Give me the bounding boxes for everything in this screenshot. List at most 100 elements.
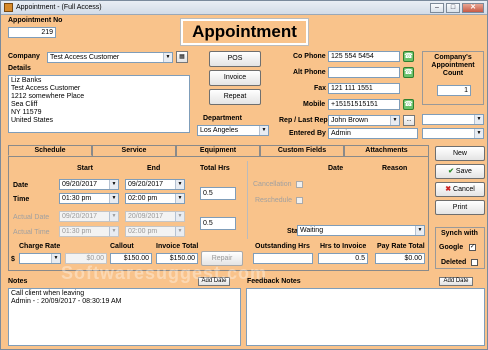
co-phone-field[interactable]: 125 554 5454 (328, 51, 400, 62)
status-value: Waiting (300, 227, 324, 234)
google-checkbox[interactable]: ✓ (469, 244, 476, 251)
phone-icon[interactable]: ☎ (403, 99, 414, 110)
appointment-no-label: Appointment No (8, 17, 63, 24)
reason-col-header: Reason (382, 165, 408, 172)
actual-total-hrs-field[interactable]: 0.5 (200, 217, 236, 230)
print-button[interactable]: Print (435, 200, 485, 215)
actual-date-label: Actual Date (13, 214, 50, 221)
tab-equipment[interactable]: Equipment (176, 145, 260, 156)
rep-value: John Brown (331, 117, 368, 124)
details-label: Details (8, 65, 31, 72)
actual-start-date-value: 09/20/2017 (62, 213, 98, 220)
mobile-label: Mobile (303, 101, 326, 108)
actual-end-date-picker[interactable]: 20/09/2017 ▼ (125, 211, 185, 222)
extra-select-2[interactable]: ▼ (422, 128, 484, 139)
notes-line: Admin - : 20/09/2017 - 08:30:19 AM (11, 298, 122, 305)
new-button[interactable]: New (435, 146, 485, 161)
actual-start-time-picker[interactable]: 01:30 pm ▼ (59, 226, 119, 237)
fax-field[interactable]: 121 111 1551 (328, 83, 400, 94)
cancel-label: Cancel (453, 186, 475, 193)
department-label: Department (203, 115, 242, 122)
end-date-value: 09/20/2017 (128, 181, 164, 188)
end-date-picker[interactable]: 09/20/2017 ▼ (125, 179, 185, 190)
rep-more-button[interactable]: ... (403, 115, 415, 126)
department-select[interactable]: Los Angeles ▼ (197, 125, 269, 136)
cancel-button[interactable]: ✖ Cancel (435, 182, 485, 197)
total-hrs-header: Total Hrs (200, 165, 230, 172)
repeat-button[interactable]: Repeat (209, 89, 261, 105)
watermark: Softwaresuggest.com (61, 263, 268, 283)
feedback-notes-textarea[interactable] (246, 288, 485, 346)
invoice-total-label: Invoice Total (156, 243, 199, 250)
pay-rate-total-label: Pay Rate Total (377, 243, 425, 250)
cancellation-checkbox[interactable] (296, 181, 303, 188)
appointment-no-field[interactable]: 219 (8, 27, 56, 38)
minimize-button[interactable]: – (430, 3, 444, 13)
details-line: United States (11, 117, 54, 124)
extra-select-1[interactable]: ▼ (422, 114, 484, 125)
phone-icon[interactable]: ☎ (403, 51, 414, 62)
chevron-down-icon: ▼ (175, 212, 184, 221)
chevron-down-icon: ▼ (51, 254, 60, 263)
chevron-down-icon: ▼ (474, 115, 483, 124)
invoice-button[interactable]: Invoice (209, 70, 261, 86)
total-hrs-field[interactable]: 0.5 (200, 187, 236, 200)
outstanding-hrs-label: Outstanding Hrs (255, 243, 310, 250)
phone-icon[interactable]: ☎ (403, 67, 414, 78)
actual-end-time-value: 02:00 pm (128, 228, 158, 235)
charge-rate-select[interactable]: ▼ (19, 253, 61, 264)
chevron-down-icon: ▼ (109, 227, 118, 236)
company-select[interactable]: Test Access Customer ▼ (47, 52, 173, 63)
start-date-value: 09/20/2017 (62, 181, 98, 188)
time-label: Time (13, 196, 30, 203)
end-time-picker[interactable]: 02:00 pm ▼ (125, 193, 185, 204)
deleted-checkbox[interactable] (471, 259, 478, 266)
chevron-down-icon: ▼ (259, 126, 268, 135)
chevron-down-icon: ▼ (175, 180, 184, 189)
details-line: 1212 somewhere Place (11, 93, 85, 100)
page-title: Appointment (180, 18, 309, 46)
tab-attachments[interactable]: Attachments (344, 145, 429, 156)
checkmark-icon: ✔ (448, 168, 454, 175)
close-button[interactable]: ✕ (462, 3, 484, 13)
company-lookup-button[interactable]: ▦ (176, 51, 188, 63)
chevron-down-icon: ▼ (175, 227, 184, 236)
end-header: End (147, 165, 161, 172)
start-time-value: 01:30 pm (62, 195, 92, 202)
pos-button[interactable]: POS (209, 51, 261, 67)
title-bar: Appointment - (Full Access) – □ ✕ (1, 1, 487, 15)
feedback-add-date-button[interactable]: Add Date (439, 277, 473, 286)
details-line: Test Access Customer (11, 85, 81, 92)
callout-label: Callout (110, 243, 134, 250)
tab-schedule[interactable]: Schedule (8, 145, 92, 156)
details-textarea[interactable]: Liz Banks Test Access Customer 1212 some… (8, 75, 190, 133)
mobile-field[interactable]: +15151515151 (328, 99, 400, 110)
google-label: Google (439, 244, 464, 251)
chevron-down-icon: ▼ (163, 53, 172, 62)
appointment-count-box: Company's Appointment Count 1 (422, 51, 484, 105)
lookup-icon: ▦ (179, 54, 185, 60)
start-date-picker[interactable]: 09/20/2017 ▼ (59, 179, 119, 190)
tab-custom-fields[interactable]: Custom Fields (260, 145, 344, 156)
chevron-down-icon: ▼ (390, 116, 399, 125)
rep-select[interactable]: John Brown ▼ (328, 115, 400, 126)
appointment-count-label: Company's Appointment Count (431, 54, 475, 77)
reschedule-checkbox[interactable] (296, 197, 303, 204)
start-time-picker[interactable]: 01:30 pm ▼ (59, 193, 119, 204)
status-select[interactable]: Waiting ▼ (297, 225, 425, 236)
alt-phone-field[interactable] (328, 67, 400, 78)
app-icon (4, 3, 13, 12)
currency-label: $ (11, 256, 15, 263)
hrs-to-invoice-field[interactable]: 0.5 (318, 253, 368, 264)
alt-phone-label: Alt Phone (293, 69, 326, 76)
tab-service[interactable]: Service (92, 145, 176, 156)
appointment-window: Appointment - (Full Access) – □ ✕ Appoin… (0, 0, 488, 350)
notes-textarea[interactable]: Call client when leaving Admin - : 20/09… (8, 288, 241, 346)
synch-title: Synch with (441, 230, 478, 237)
save-button[interactable]: ✔ Save (435, 164, 485, 179)
actual-start-date-picker[interactable]: 09/20/2017 ▼ (59, 211, 119, 222)
actual-end-time-picker[interactable]: 02:00 pm ▼ (125, 226, 185, 237)
maximize-button[interactable]: □ (446, 3, 460, 13)
rep-label: Rep / Last Rep (279, 117, 328, 124)
actual-time-label: Actual Time (13, 229, 50, 236)
